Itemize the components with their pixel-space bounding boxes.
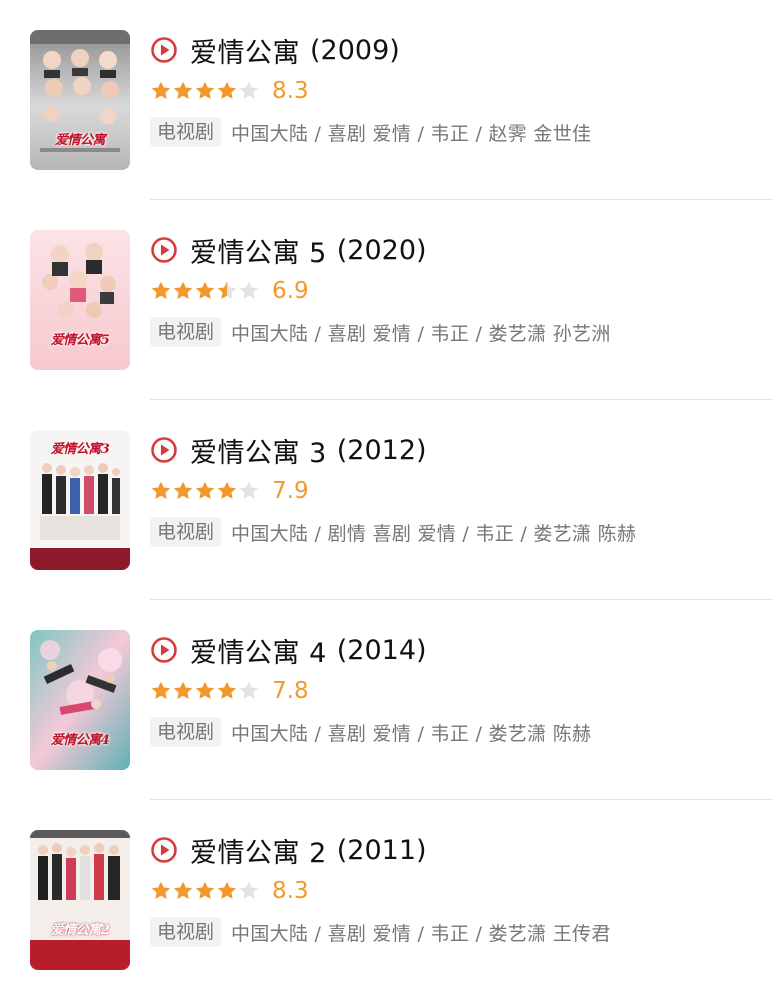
star-rating [150,480,260,502]
star-icon [217,681,237,699]
star-icon [173,281,193,299]
item-title[interactable]: 爱情公寓 3 [190,431,327,470]
meta-row: 电视剧 中国大陆 / 喜剧 爱情 / 韦正 / 娄艺潇 陈赫 [150,716,591,748]
star-icon [151,681,171,699]
score-value: 8.3 [272,78,309,104]
star-icon [217,281,237,299]
star-icon [173,681,193,699]
star-rating [150,680,260,702]
star-icon [151,881,171,899]
poster-title-text: 爱情公寓5 [50,333,110,348]
item-title[interactable]: 爱情公寓 2 [190,831,327,870]
star-icon [217,81,237,99]
item-title[interactable]: 爱情公寓 4 [190,631,327,670]
meta-text: 中国大陆 / 剧情 喜剧 爱情 / 韦正 / 娄艺潇 陈赫 [231,522,637,545]
type-badge: 电视剧 [150,117,222,147]
star-icon [217,881,237,899]
star-icon [239,481,259,499]
type-badge: 电视剧 [150,917,222,947]
star-icon [239,81,259,99]
star-rating [150,880,260,902]
star-rating [150,80,260,102]
score-value: 6.9 [272,278,309,304]
result-list: 爱情公寓 爱情公寓 (2009) 8.3 电视剧 中国大陆 / 喜剧 爱情 / … [0,0,773,1000]
rating-row: 8.3 [150,77,309,105]
star-icon [195,681,215,699]
poster-title-text: 爱情公寓2 [50,923,110,938]
star-icon [239,681,259,699]
item-year: (2012) [336,434,427,466]
rating-row: 7.9 [150,477,309,505]
poster-title-text: 爱情公寓4 [50,733,110,748]
score-value: 7.9 [272,478,309,504]
star-icon [217,481,237,499]
item-title[interactable]: 爱情公寓 5 [190,231,327,270]
star-icon [195,881,215,899]
list-item[interactable]: 爱情公寓 爱情公寓 (2009) 8.3 电视剧 中国大陆 / 喜剧 爱情 / … [0,0,773,200]
rating-row: 8.3 [150,877,309,905]
meta-text: 中国大陆 / 喜剧 爱情 / 韦正 / 赵霁 金世佳 [231,122,592,145]
star-icon [151,481,171,499]
play-circle-icon[interactable] [150,36,178,64]
play-circle-icon[interactable] [150,836,178,864]
score-value: 7.8 [272,678,309,704]
poster-image[interactable]: 爱情公寓2 [30,830,130,970]
star-icon [151,281,171,299]
title-row[interactable]: 爱情公寓 3 (2012) [150,431,427,470]
rating-row: 6.9 [150,277,309,305]
meta-text: 中国大陆 / 喜剧 爱情 / 韦正 / 娄艺潇 孙艺洲 [231,322,611,345]
star-rating [150,280,260,302]
poster-title-text: 爱情公寓3 [50,442,110,457]
star-icon [151,81,171,99]
item-year: (2009) [310,34,400,66]
list-item[interactable]: 爱情公寓4 爱情公寓 4 (2014) 7.8 电视剧 中国大陆 / 喜剧 爱情… [0,600,773,800]
item-year: (2014) [336,634,427,666]
title-row[interactable]: 爱情公寓 4 (2014) [150,631,427,670]
poster-image[interactable]: 爱情公寓3 [30,430,130,570]
score-value: 8.3 [272,878,309,904]
type-badge: 电视剧 [150,717,222,747]
star-icon [173,881,193,899]
list-item[interactable]: 爱情公寓5 爱情公寓 5 (2020) 6.9 电视剧 中国大陆 / 喜剧 爱情… [0,200,773,400]
star-icon [195,481,215,499]
type-badge: 电视剧 [150,317,222,347]
title-row[interactable]: 爱情公寓 (2009) [150,31,400,70]
meta-row: 电视剧 中国大陆 / 喜剧 爱情 / 韦正 / 娄艺潇 孙艺洲 [150,316,611,348]
poster-image[interactable]: 爱情公寓 [30,30,130,170]
type-badge: 电视剧 [150,517,222,547]
star-icon [173,81,193,99]
title-row[interactable]: 爱情公寓 2 (2011) [150,831,427,870]
meta-text: 中国大陆 / 喜剧 爱情 / 韦正 / 娄艺潇 王传君 [231,922,611,945]
item-title[interactable]: 爱情公寓 [190,31,300,70]
star-icon [239,281,259,299]
item-year: (2011) [336,834,427,866]
star-icon [195,281,215,299]
poster-graphic [30,30,130,170]
poster-graphic [30,830,130,970]
play-circle-icon[interactable] [150,436,178,464]
poster-graphic [30,630,130,770]
item-year: (2020) [336,234,427,266]
title-row[interactable]: 爱情公寓 5 (2020) [150,231,427,270]
poster-image[interactable]: 爱情公寓5 [30,230,130,370]
meta-text: 中国大陆 / 喜剧 爱情 / 韦正 / 娄艺潇 陈赫 [231,722,592,745]
poster-image[interactable]: 爱情公寓4 [30,630,130,770]
star-icon [195,81,215,99]
play-circle-icon[interactable] [150,636,178,664]
list-item[interactable]: 爱情公寓3 爱情公寓 3 (2012) 7.9 电视剧 中国大陆 / 剧情 喜剧… [0,400,773,600]
list-item[interactable]: 爱情公寓2 爱情公寓 2 (2011) 8.3 电视剧 中国大陆 / 喜剧 爱情… [0,800,773,1000]
meta-row: 电视剧 中国大陆 / 喜剧 爱情 / 韦正 / 赵霁 金世佳 [150,116,591,148]
rating-row: 7.8 [150,677,309,705]
meta-row: 电视剧 中国大陆 / 剧情 喜剧 爱情 / 韦正 / 娄艺潇 陈赫 [150,516,636,548]
poster-graphic [30,230,130,370]
star-icon [173,481,193,499]
play-circle-icon[interactable] [150,236,178,264]
star-icon [239,881,259,899]
poster-title-text: 爱情公寓 [54,133,106,148]
meta-row: 电视剧 中国大陆 / 喜剧 爱情 / 韦正 / 娄艺潇 王传君 [150,916,611,948]
